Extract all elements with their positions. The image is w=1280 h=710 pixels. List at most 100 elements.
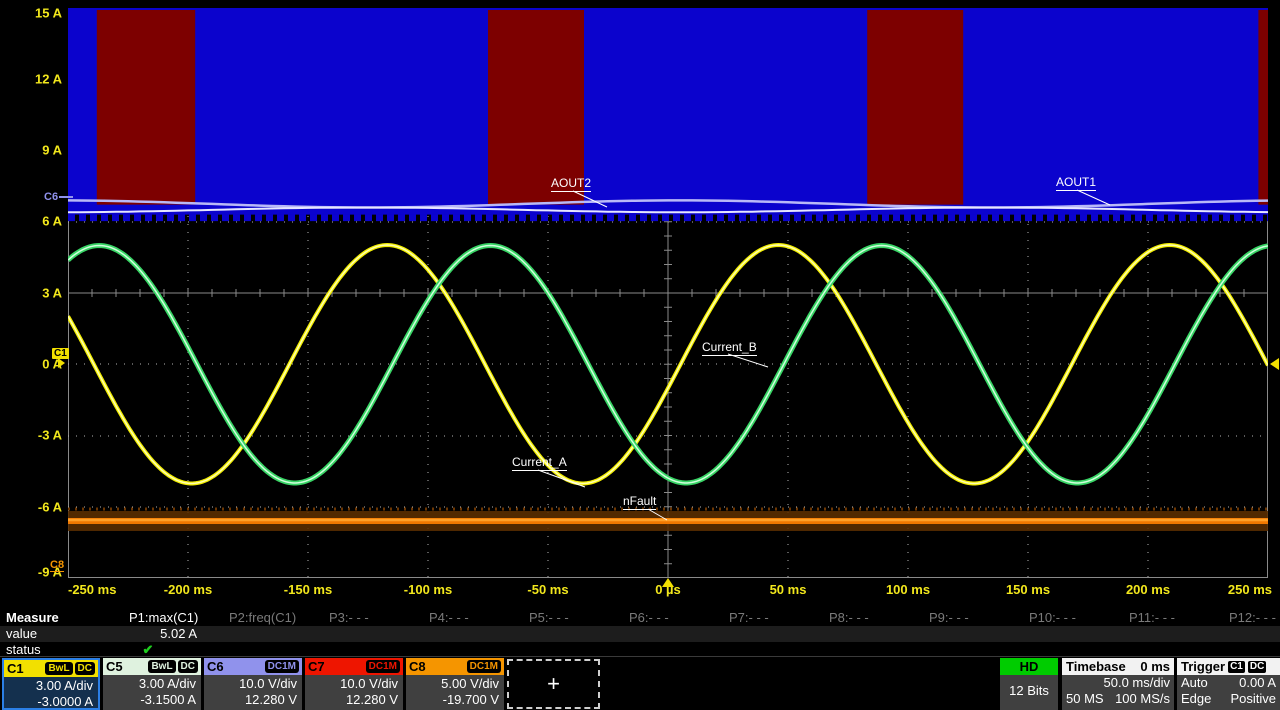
trigger-source-badge: C1 bbox=[1228, 660, 1245, 673]
channel-offset: -19.700 V bbox=[442, 692, 499, 707]
measure-value-4 bbox=[405, 626, 505, 642]
measure-value-11 bbox=[1105, 626, 1205, 642]
trigger-box[interactable]: Trigger C1 DC Auto 0.00 A Edge Positive bbox=[1177, 658, 1280, 710]
x-axis-label: -50 ms bbox=[527, 582, 569, 597]
y-axis-label: 9 A bbox=[42, 142, 62, 158]
measure-param-3[interactable]: P3:- - - bbox=[305, 610, 405, 626]
measure-value-10 bbox=[1005, 626, 1105, 642]
y-axis-label: 12 A bbox=[35, 71, 62, 87]
trigger-mode: Auto bbox=[1181, 675, 1208, 690]
channel-badge-bwl: BwL bbox=[148, 660, 176, 673]
measure-value-label: value bbox=[6, 626, 38, 641]
channel-badge-bwl: BwL bbox=[45, 662, 73, 675]
measure-param-12[interactable]: P12:- - - bbox=[1205, 610, 1280, 626]
x-axis-label: -200 ms bbox=[163, 582, 213, 597]
timebase-box[interactable]: Timebase 0 ms 50.0 ms/div 50 MS 100 MS/s bbox=[1062, 658, 1174, 710]
annotation-nfault[interactable]: nFault bbox=[623, 494, 657, 510]
channel-scale: 5.00 V/div bbox=[441, 676, 499, 691]
trigger-slope: Positive bbox=[1230, 691, 1276, 706]
timebase-samples: 50 MS bbox=[1066, 691, 1104, 706]
y-axis-label: -6 A bbox=[37, 499, 62, 515]
channel-descriptor-c7[interactable]: C7 DC1M 10.0 V/div 12.280 V bbox=[305, 658, 403, 710]
measure-title: Measure bbox=[6, 610, 59, 625]
y-axis-label: 6 A bbox=[42, 213, 62, 229]
channel-offset: 12.280 V bbox=[244, 692, 297, 707]
trigger-level-arrow-icon[interactable] bbox=[1270, 358, 1279, 370]
timebase-scale: 50.0 ms/div bbox=[1103, 675, 1170, 690]
measure-value-8 bbox=[805, 626, 905, 642]
channel-c8-marker[interactable]: C8 bbox=[50, 560, 65, 572]
measure-param-1[interactable]: P1:max(C1) bbox=[105, 610, 205, 626]
y-axis-label: -3 A bbox=[37, 427, 62, 443]
measure-value-1: 5.02 A bbox=[160, 626, 197, 641]
channel-badge-dc1m: DC1M bbox=[264, 660, 299, 673]
trigger-time-arrow-icon[interactable] bbox=[662, 578, 674, 587]
measure-param-7[interactable]: P7:- - - bbox=[705, 610, 805, 626]
measure-value-9 bbox=[905, 626, 1005, 642]
pwm-c7-block bbox=[96, 10, 196, 205]
channel-id-label: C6 bbox=[207, 659, 224, 674]
measure-param-10[interactable]: P10:- - - bbox=[1005, 610, 1105, 626]
timebase-offset: 0 ms bbox=[1140, 659, 1170, 674]
channel-c6-marker[interactable]: C6 bbox=[44, 192, 74, 203]
channel-descriptor-c5[interactable]: C5 BwL DC 3.00 A/div -3.1500 A bbox=[103, 658, 201, 710]
measure-param-8[interactable]: P8:- - - bbox=[805, 610, 905, 626]
pwm-c7-block bbox=[1258, 10, 1268, 205]
bottom-bar: C1 BwL DC 3.00 A/div -3.0000 A C5 BwL DC 3.00 A/… bbox=[0, 656, 1280, 710]
hd-badge: HD bbox=[1000, 658, 1058, 675]
channel-badge-dc1m: DC1M bbox=[365, 660, 400, 673]
measure-value-7 bbox=[705, 626, 805, 642]
channel-badge-dc: DC bbox=[177, 660, 198, 673]
measure-param-2[interactable]: P2:freq(C1) bbox=[205, 610, 305, 626]
trigger-level: 0.00 A bbox=[1239, 675, 1276, 690]
x-axis-label: 100 ms bbox=[885, 582, 931, 597]
channel-scale: 10.0 V/div bbox=[340, 676, 398, 691]
timebase-rate: 100 MS/s bbox=[1115, 691, 1170, 706]
c1-ground-arrow-icon bbox=[58, 358, 65, 368]
add-channel-button[interactable]: + bbox=[507, 659, 600, 709]
hd-mode-box[interactable]: HD 12 Bits bbox=[1000, 658, 1058, 710]
waveform-plot[interactable]: 15 A 12 A9 A6 A3 A0 A -3 A -6 A -9 A -250 ms… bbox=[0, 0, 1280, 605]
measure-value-6 bbox=[605, 626, 705, 642]
trigger-coupling-badge: DC bbox=[1247, 660, 1267, 673]
channel-offset: 12.280 V bbox=[345, 692, 398, 707]
x-axis-label: 250 ms bbox=[1227, 582, 1272, 597]
channel-scale: 10.0 V/div bbox=[239, 676, 297, 691]
x-axis-label: 200 ms bbox=[1125, 582, 1171, 597]
channel-offset: -3.0000 A bbox=[37, 694, 93, 709]
measure-panel: Measure P1:max(C1) P2:freq(C1) P3:- - - P4:… bbox=[0, 610, 1280, 658]
annotation-current_a[interactable]: Current_A bbox=[512, 455, 567, 471]
waveform-grid[interactable] bbox=[68, 8, 1268, 578]
measure-param-6[interactable]: P6:- - - bbox=[605, 610, 705, 626]
y-axis-label: 15 A bbox=[35, 5, 62, 21]
measure-param-5[interactable]: P5:- - - bbox=[505, 610, 605, 626]
channel-scale: 3.00 A/div bbox=[35, 678, 93, 693]
measure-value-2 bbox=[205, 626, 305, 642]
x-axis-label: 150 ms bbox=[1005, 582, 1051, 597]
hd-bits: 12 Bits bbox=[1009, 683, 1049, 698]
channel-id-label: C7 bbox=[308, 659, 325, 674]
oscilloscope-screen: 15 A 12 A9 A6 A3 A0 A -3 A -6 A -9 A -250 ms… bbox=[0, 0, 1280, 710]
plus-icon: + bbox=[547, 671, 560, 696]
measure-param-11[interactable]: P11:- - - bbox=[1105, 610, 1205, 626]
x-axis-label: -150 ms bbox=[283, 582, 333, 597]
channel-id-label: C1 bbox=[7, 661, 24, 676]
channel-descriptor-c6[interactable]: C6 DC1M 10.0 V/div 12.280 V bbox=[204, 658, 302, 710]
x-axis-label: -250 ms bbox=[68, 582, 117, 597]
measure-value-12 bbox=[1205, 626, 1280, 642]
measure-param-4[interactable]: P4:- - - bbox=[405, 610, 505, 626]
annotation-current_b[interactable]: Current_B bbox=[702, 340, 757, 356]
measure-value-5 bbox=[505, 626, 605, 642]
x-axis-label: -100 ms bbox=[403, 582, 453, 597]
c6-level-dash bbox=[59, 196, 74, 199]
channel-badge-dc1m: DC1M bbox=[466, 660, 501, 673]
trigger-title: Trigger bbox=[1181, 659, 1226, 674]
annotation-aout1[interactable]: AOUT1 bbox=[1056, 175, 1097, 191]
measure-param-9[interactable]: P9:- - - bbox=[905, 610, 1005, 626]
trigger-type: Edge bbox=[1181, 691, 1212, 706]
channel-descriptor-c1[interactable]: C1 BwL DC 3.00 A/div -3.0000 A bbox=[2, 658, 100, 710]
channel-descriptor-c8[interactable]: C8 DC1M 5.00 V/div -19.700 V bbox=[406, 658, 504, 710]
measure-value-3 bbox=[305, 626, 405, 642]
annotation-aout2[interactable]: AOUT2 bbox=[551, 176, 592, 192]
channel-scale: 3.00 A/div bbox=[138, 676, 196, 691]
